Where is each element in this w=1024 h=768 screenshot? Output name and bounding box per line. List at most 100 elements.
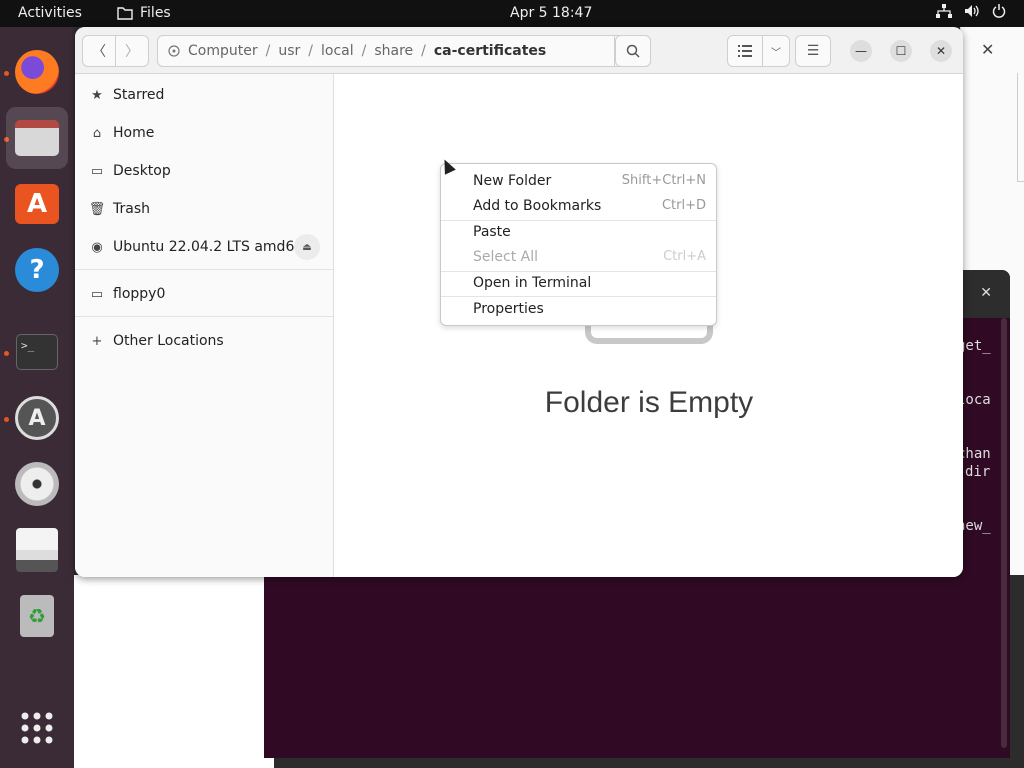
- hamburger-icon: ☰: [806, 43, 820, 59]
- star-icon: ★: [91, 87, 103, 103]
- menu-item-select-all[interactable]: Select All Ctrl+A: [441, 244, 716, 269]
- path-segment-current[interactable]: ca-certificates: [434, 43, 546, 59]
- minimize-button[interactable]: —: [850, 40, 872, 62]
- divider: [1017, 73, 1018, 181]
- menu-item-new-folder[interactable]: New Folder Shift+Ctrl+N: [441, 168, 716, 193]
- path-segment[interactable]: usr: [278, 43, 300, 59]
- close-icon[interactable]: ✕: [980, 285, 992, 301]
- path-bar: Computer / usr / local / share / ca-cert…: [157, 35, 651, 67]
- sidebar-item-label: Desktop: [113, 163, 171, 179]
- back-button[interactable]: 〈: [82, 35, 116, 67]
- path-segment[interactable]: Computer: [188, 43, 258, 59]
- sidebar-item-home[interactable]: ⌂ Home: [75, 114, 334, 152]
- app-menu-label: Files: [140, 5, 171, 21]
- sidebar-item-floppy[interactable]: ▭ floppy0: [75, 275, 334, 313]
- empty-folder-label: Folder is Empty: [544, 386, 754, 419]
- menu-item-open-in-terminal[interactable]: Open in Terminal: [441, 270, 716, 295]
- minimize-icon: —: [855, 44, 867, 58]
- top-bar: Activities Files Apr 5 18:47: [0, 0, 1024, 27]
- view-options-button[interactable]: ﹀: [762, 35, 790, 67]
- computer-icon: [168, 45, 180, 57]
- forward-button[interactable]: 〉: [115, 35, 149, 67]
- chevron-right-icon: 〉: [125, 44, 139, 60]
- trash-icon: ♻: [20, 595, 54, 637]
- updater-icon: A: [15, 396, 59, 440]
- sidebar-item-label: floppy0: [113, 286, 166, 302]
- chevron-down-icon: ﹀: [771, 47, 781, 59]
- desktop-icon: ▭: [90, 163, 104, 179]
- menu-item-accelerator: Ctrl+D: [661, 198, 706, 213]
- main-menu-button[interactable]: ☰: [795, 35, 831, 67]
- dock-terminal[interactable]: >_: [6, 321, 68, 383]
- dock-floppy[interactable]: [6, 519, 68, 581]
- menu-item-add-to-bookmarks[interactable]: Add to Bookmarks Ctrl+D: [441, 193, 716, 218]
- menu-item-label: Properties: [473, 300, 544, 317]
- sidebar-item-label: Trash: [113, 201, 150, 217]
- software-icon: A: [15, 184, 59, 224]
- sidebar-item-label: Home: [113, 125, 155, 141]
- path-separator: /: [308, 43, 313, 59]
- trash-icon: 🗑: [88, 201, 106, 217]
- menu-item-label: Paste: [473, 223, 511, 240]
- sidebar-item-label: Starred: [113, 87, 165, 103]
- sidebar-divider: [75, 269, 334, 270]
- sidebar-item-other-locations[interactable]: + Other Locations: [75, 322, 334, 360]
- sidebar: ★ Starred ⌂ Home ▭ Desktop 🗑 Trash ◉ Ubu…: [75, 74, 334, 577]
- app-menu[interactable]: Files: [117, 5, 171, 21]
- terminal-icon: >_: [16, 334, 58, 370]
- clock[interactable]: Apr 5 18:47: [510, 5, 592, 21]
- drive-icon: ▭: [90, 286, 104, 302]
- dock: A ? >_ A ♻: [0, 27, 74, 768]
- dock-disc[interactable]: [6, 453, 68, 515]
- disc-icon: [15, 462, 59, 506]
- view-list-button[interactable]: [727, 35, 763, 67]
- dock-files[interactable]: [6, 107, 68, 169]
- dock-software[interactable]: A: [6, 173, 68, 235]
- maximize-button[interactable]: ☐: [890, 40, 912, 62]
- close-icon: ✕: [935, 44, 947, 58]
- divider: [1017, 181, 1024, 182]
- show-applications-button[interactable]: [6, 697, 68, 759]
- menu-item-accelerator: Shift+Ctrl+N: [621, 173, 706, 188]
- menu-item-accelerator: Ctrl+A: [663, 249, 706, 264]
- plus-icon: +: [91, 333, 103, 349]
- firefox-icon: [15, 50, 59, 94]
- close-icon[interactable]: ✕: [981, 40, 994, 59]
- close-button[interactable]: ✕: [930, 40, 952, 62]
- network-icon: [936, 4, 952, 18]
- dock-updater[interactable]: A: [6, 387, 68, 449]
- dock-help[interactable]: ?: [6, 239, 68, 301]
- terminal-scrollbar[interactable]: [1001, 318, 1007, 748]
- eject-icon[interactable]: ⏏: [294, 234, 320, 260]
- sidebar-item-desktop[interactable]: ▭ Desktop: [75, 152, 334, 190]
- disc-icon: ◉: [91, 239, 103, 255]
- home-icon: ⌂: [92, 125, 102, 141]
- folder-icon: [117, 7, 133, 20]
- sidebar-item-label: Other Locations: [113, 333, 224, 349]
- menu-item-properties[interactable]: Properties: [441, 296, 716, 321]
- help-icon: ?: [15, 248, 59, 292]
- activities-button[interactable]: Activities: [18, 5, 82, 21]
- menu-item-label: Select All: [473, 248, 538, 265]
- path-separator: /: [421, 43, 426, 59]
- system-tray[interactable]: [936, 4, 1006, 18]
- sidebar-item-ubuntu-disc[interactable]: ◉ Ubuntu 22.04.2 LTS amd64 ⏏: [75, 228, 334, 266]
- path-segment[interactable]: local: [321, 43, 354, 59]
- power-icon: [992, 4, 1006, 18]
- chevron-left-icon: 〈: [92, 44, 106, 60]
- search-button[interactable]: [615, 35, 651, 67]
- path-separator: /: [265, 43, 271, 59]
- menu-item-paste[interactable]: Paste: [441, 219, 716, 244]
- list-view-icon: [738, 45, 752, 57]
- context-menu: New Folder Shift+Ctrl+N Add to Bookmarks…: [440, 163, 717, 326]
- sidebar-item-starred[interactable]: ★ Starred: [75, 76, 334, 114]
- dock-trash[interactable]: ♻: [6, 585, 68, 647]
- sidebar-item-label: Ubuntu 22.04.2 LTS amd64: [113, 239, 304, 255]
- dock-firefox[interactable]: [6, 41, 68, 103]
- path-segment[interactable]: share: [374, 43, 413, 59]
- sidebar-item-trash[interactable]: 🗑 Trash: [75, 190, 334, 228]
- header-bar: 〈 〉 Computer / usr / local / share / ca-…: [75, 27, 963, 74]
- floppy-icon: [16, 528, 58, 572]
- background-window-bottom: [74, 575, 274, 768]
- sidebar-divider: [75, 316, 334, 317]
